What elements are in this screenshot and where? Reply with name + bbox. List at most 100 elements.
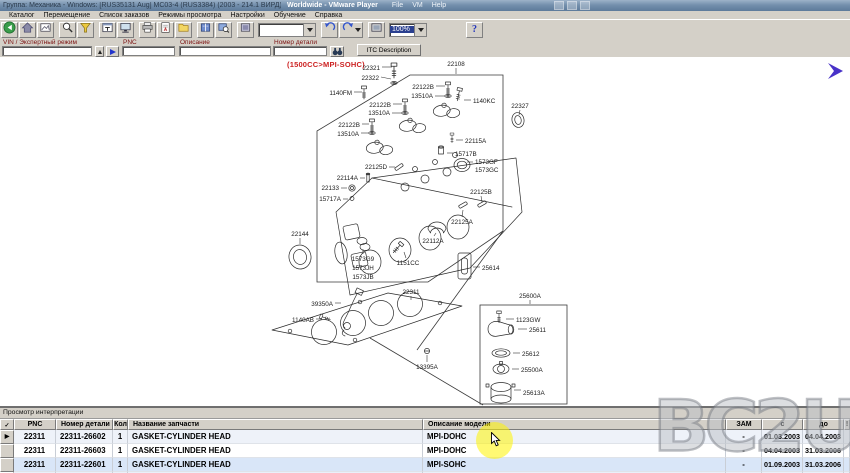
- vin-go-button[interactable]: [106, 46, 119, 57]
- header-part-name[interactable]: Название запчасти: [128, 419, 423, 430]
- part-label-25613A[interactable]: 25613A: [523, 390, 546, 397]
- part-label-22122B[interactable]: 22122B: [338, 122, 360, 129]
- folder-button[interactable]: [175, 22, 192, 38]
- part-label-1573JH[interactable]: 1573JH: [352, 265, 374, 272]
- header-date-to[interactable]: до: [803, 419, 844, 430]
- part-label-13510A[interactable]: 13510A: [337, 131, 360, 138]
- vmware-icon-3[interactable]: [580, 1, 590, 10]
- part-label-22322[interactable]: 22322: [361, 75, 379, 82]
- search-button[interactable]: [59, 22, 76, 38]
- part-label-25614[interactable]: 25614: [482, 265, 500, 272]
- image-panel-button[interactable]: [237, 22, 254, 38]
- part-label-13510A[interactable]: 13510A: [368, 110, 391, 117]
- part-search-button[interactable]: [330, 46, 344, 57]
- fullscreen-button[interactable]: [368, 22, 385, 38]
- help-button[interactable]: ?: [466, 22, 483, 38]
- part-label-1573GC[interactable]: 1573GC: [475, 167, 499, 174]
- vmware-toolbar-icons[interactable]: [554, 1, 590, 10]
- part-label-1151CC[interactable]: 1151CC: [397, 260, 420, 267]
- header-qty[interactable]: Кол: [113, 419, 128, 430]
- combo-dropdown-button[interactable]: [303, 24, 315, 36]
- vmware-icon-2[interactable]: [567, 1, 577, 10]
- menu-item-0[interactable]: Каталог: [9, 12, 34, 19]
- header-pnc[interactable]: PNC: [14, 419, 56, 430]
- home-icon: [21, 21, 34, 39]
- part-label-22115A[interactable]: 22115A: [465, 138, 487, 145]
- part-label-1573G9[interactable]: 1573G9: [352, 256, 375, 263]
- header-part-number[interactable]: Номер детали: [56, 419, 113, 430]
- document-button[interactable]: [157, 22, 174, 38]
- description-input[interactable]: [179, 46, 271, 56]
- part-label-22133[interactable]: 22133: [321, 185, 339, 192]
- zoom-dropdown-button[interactable]: [414, 24, 426, 36]
- vmware-icon-1[interactable]: [554, 1, 564, 10]
- part-label-22122B[interactable]: 22122B: [369, 102, 391, 109]
- part-label-1140FM[interactable]: 1140FM: [329, 90, 352, 97]
- part-label-15717B[interactable]: 15717B: [455, 151, 477, 158]
- part-label-13395A[interactable]: 13395A: [416, 364, 439, 371]
- table-row[interactable]: 2231122311-226011GASKET-CYLINDER HEADMPI…: [0, 458, 850, 472]
- table-row[interactable]: 2231122311-266031GASKET-CYLINDER HEADMPI…: [0, 444, 850, 458]
- header-note[interactable]: !: [844, 419, 850, 430]
- part-label-13510A[interactable]: 13510A: [411, 93, 434, 100]
- itc-description-button[interactable]: ITC Description: [357, 44, 421, 56]
- part-label-22114A[interactable]: 22114A: [337, 175, 359, 182]
- home-button[interactable]: [19, 22, 36, 38]
- part-label-1140AB[interactable]: 1140AB: [292, 317, 314, 324]
- part-label-22321[interactable]: 22321: [362, 65, 380, 72]
- menu-item-5[interactable]: Обучение: [274, 12, 306, 19]
- part-label-25611[interactable]: 25611: [529, 327, 547, 334]
- part-label-25500A[interactable]: 25500A: [521, 367, 544, 374]
- header-date-from[interactable]: с: [762, 419, 803, 430]
- part-label-22108[interactable]: 22108: [447, 61, 465, 68]
- redo-button[interactable]: [339, 22, 363, 38]
- table-row[interactable]: ▶2231122311-266021GASKET-CYLINDER HEADMP…: [0, 430, 850, 444]
- filter-button[interactable]: [77, 22, 94, 38]
- part-number-input[interactable]: [273, 46, 327, 56]
- part-label-1140KC[interactable]: 1140KC: [473, 98, 496, 105]
- variant-title: (1500CC>MPI-SOHC): [287, 60, 365, 69]
- part-label-1123GW[interactable]: 1123GW: [516, 317, 540, 324]
- part-label-22144[interactable]: 22144: [291, 231, 309, 238]
- catalog-book-button[interactable]: [197, 22, 214, 38]
- vmware-menu-vm[interactable]: VM: [412, 2, 423, 9]
- print-button[interactable]: [139, 22, 156, 38]
- part-label-1573JB[interactable]: 1573JB: [352, 274, 373, 281]
- menu-item-1[interactable]: Перемещение: [43, 12, 90, 19]
- book-search-button[interactable]: [215, 22, 232, 38]
- navigation-combo[interactable]: [258, 23, 316, 37]
- part-label-39350A[interactable]: 39350A: [311, 301, 334, 308]
- vmware-menu-file[interactable]: File: [392, 2, 403, 9]
- part-label-22311[interactable]: 22311: [402, 289, 420, 296]
- part-label-1573GF[interactable]: 1573GF: [475, 159, 498, 166]
- next-page-arrow-icon[interactable]: [828, 63, 843, 79]
- part-label-22327[interactable]: 22327: [511, 103, 529, 110]
- header-substitution[interactable]: ЗАМ: [726, 419, 762, 430]
- part-label-22125A[interactable]: 22125A: [451, 219, 474, 226]
- part-label-22112A[interactable]: 22112A: [422, 238, 444, 245]
- preview-button[interactable]: [37, 22, 54, 38]
- part-label-15717A[interactable]: 15717A: [319, 196, 342, 203]
- menu-item-3[interactable]: Режимы просмотра: [158, 12, 221, 19]
- back-button[interactable]: [1, 22, 18, 38]
- text-view-button[interactable]: [99, 22, 116, 38]
- vin-expand-button[interactable]: [95, 46, 104, 57]
- undo-button[interactable]: [321, 22, 338, 38]
- part-label-25612[interactable]: 25612: [522, 351, 540, 358]
- pnc-input[interactable]: [122, 46, 175, 56]
- part-label-22125B[interactable]: 22125B: [470, 189, 492, 196]
- part-label-22125D[interactable]: 22125D: [365, 164, 388, 171]
- menu-item-6[interactable]: Справка: [315, 12, 342, 19]
- vmware-menu-help[interactable]: Help: [432, 2, 446, 9]
- part-label-25600A[interactable]: 25600A: [519, 293, 542, 300]
- vmware-menus[interactable]: File VM Help: [392, 2, 455, 9]
- screen-view-button[interactable]: [117, 22, 134, 38]
- menu-item-4[interactable]: Настройки: [230, 12, 264, 19]
- vmware-window-title: Worldwide - VMware Player: [287, 2, 378, 9]
- fastener-parts: [287, 63, 526, 354]
- vin-input[interactable]: [2, 46, 92, 56]
- header-model-description[interactable]: Описание модели: [423, 419, 726, 430]
- zoom-combo[interactable]: 100%: [389, 23, 427, 37]
- part-label-22122B[interactable]: 22122B: [412, 84, 434, 91]
- menu-item-2[interactable]: Список заказов: [99, 12, 149, 19]
